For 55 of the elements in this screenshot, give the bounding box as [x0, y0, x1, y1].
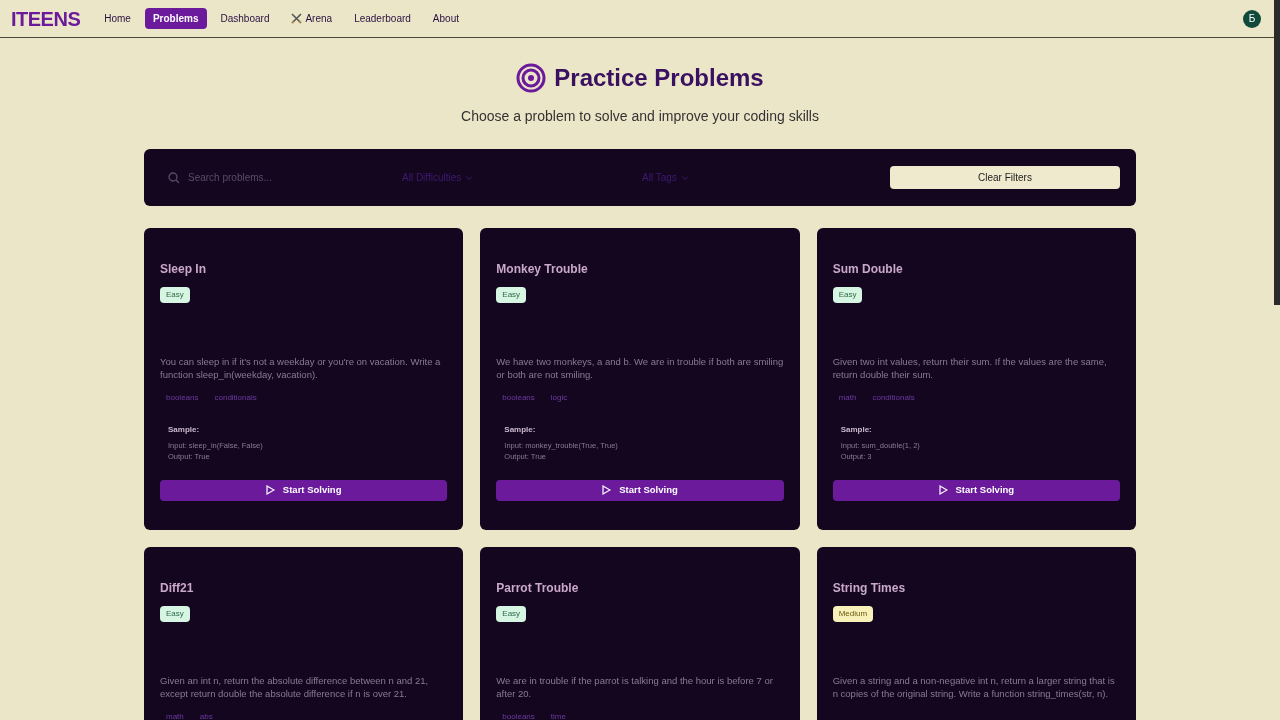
problem-description: Given a string and a non-negative int n, return a larger string that is n copies of the original string. Write a function string_times(str, n). [832, 674, 1116, 700]
tag-label: conditionals [214, 392, 257, 404]
tag-label: logic [550, 392, 568, 404]
problem-description: You can sleep in if it's not a weekday or you're on vacation. Write a function sleep_in(weekday, vacation). [160, 355, 442, 381]
sample-label: Sample: [504, 424, 536, 436]
tag-label: conditionals [872, 392, 915, 404]
tag-label: booleans [166, 392, 199, 404]
start-solving-button[interactable]: Start Solving [832, 479, 1120, 501]
page-subtitle: Choose a problem to solve and improve your coding skills [460, 107, 820, 126]
user-avatar[interactable]: Б [1243, 9, 1261, 28]
target-icon [516, 63, 547, 93]
crossed-swords-icon [291, 13, 303, 24]
play-icon [602, 485, 612, 495]
tag-label: booleans [502, 711, 535, 720]
difficulty-badge: Easy [160, 287, 190, 303]
difficulty-badge: Easy [160, 606, 190, 622]
search-icon [168, 171, 180, 184]
problem-title: Diff21 [160, 580, 195, 597]
nav-link[interactable]: Home [96, 8, 139, 29]
start-solving-button[interactable]: Start Solving [160, 479, 448, 501]
sample-label: Sample: [840, 424, 872, 436]
tag-label: time [550, 711, 566, 720]
tag-label: booleans [502, 392, 535, 404]
search-field[interactable]: Search problems... [188, 170, 378, 185]
clear-filters-button[interactable]: Clear Filters [890, 166, 1120, 189]
sample-label: Sample: [168, 424, 200, 436]
difficulty-badge: Easy [496, 606, 527, 622]
scrollbar[interactable] [1274, 0, 1280, 305]
difficulty-badge: Easy [496, 287, 527, 303]
nav-link[interactable]: Arena [283, 8, 341, 29]
problem-title: Monkey Trouble [496, 261, 589, 278]
nav-link[interactable]: Leaderboard [346, 8, 419, 29]
problem-title: Sleep In [160, 261, 207, 278]
difficulty-badge: Medium [832, 606, 874, 622]
problem-description: Given an int n, return the absolute difference between n and 21, except return double the absolute difference if n is over 21. [160, 674, 430, 700]
problem-title: String Times [832, 580, 907, 597]
nav-link[interactable]: About [424, 8, 467, 29]
chevron-down-icon [465, 173, 474, 182]
nav-link[interactable]: Dashboard [212, 8, 278, 29]
start-solving-button[interactable]: Start Solving [496, 479, 784, 501]
problem-title: Parrot Trouble [496, 580, 580, 597]
play-icon [265, 485, 275, 495]
problem-title: Sum Double [832, 261, 904, 278]
tag-label: math [838, 392, 857, 404]
difficulty-badge: Easy [832, 287, 863, 303]
site-logo[interactable]: ITEENS [11, 3, 81, 34]
chevron-down-icon [680, 173, 689, 182]
play-icon [938, 485, 948, 495]
problem-description: We are in trouble if the parrot is talking and the hour is before 7 or after 20. [496, 674, 774, 700]
problem-description: Given two int values, return their sum. If the values are the same, return double their sum. [832, 355, 1108, 381]
problem-description: We have two monkeys, a and b. We are in trouble if both are smiling or both are not smiling. [496, 355, 784, 381]
nav-link[interactable]: Problems [144, 8, 207, 29]
tag-label: math [166, 711, 184, 720]
page-title: Practice Problems [554, 63, 764, 93]
tag-label: abs [199, 711, 213, 720]
